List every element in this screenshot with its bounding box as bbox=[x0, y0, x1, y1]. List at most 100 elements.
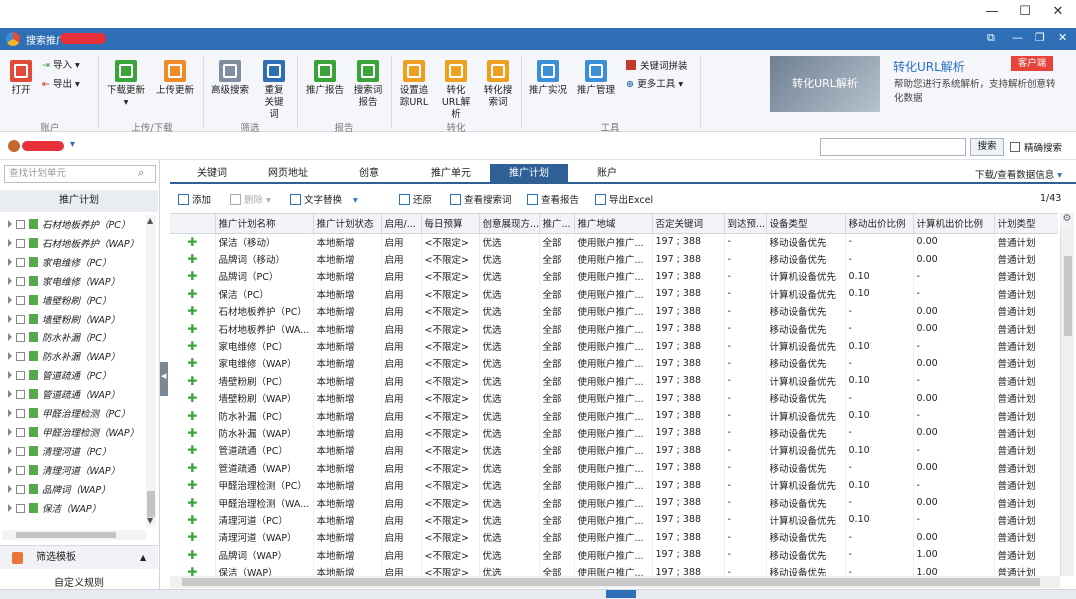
column-settings-icon[interactable]: ⚙ bbox=[1060, 213, 1074, 230]
table-cell[interactable]: 优选 bbox=[479, 459, 540, 477]
expand-plus-icon[interactable]: ✚ bbox=[170, 441, 216, 460]
table-cell[interactable]: 本地新增 bbox=[313, 302, 382, 320]
table-cell[interactable]: - bbox=[913, 476, 995, 494]
table-cell[interactable]: 0.00 bbox=[913, 459, 995, 477]
scrollbar-thumb[interactable] bbox=[147, 491, 155, 517]
table-cell[interactable]: 移动设备优先 bbox=[766, 354, 846, 373]
table-cell[interactable]: 普通计划 bbox=[994, 476, 1058, 494]
promotion-report-button[interactable]: 推广报告 bbox=[304, 60, 346, 97]
table-cell[interactable]: - bbox=[724, 267, 767, 286]
checkbox-icon[interactable] bbox=[16, 484, 25, 494]
table-cell[interactable]: 197 ; 388 bbox=[652, 233, 725, 251]
expand-plus-icon[interactable]: ✚ bbox=[170, 528, 216, 547]
table-cell[interactable]: 品牌词（PC） bbox=[215, 267, 314, 286]
promo-banner[interactable]: 转化URL解析 bbox=[770, 56, 880, 112]
table-cell[interactable]: 全部 bbox=[539, 459, 575, 477]
table-cell[interactable]: 普通计划 bbox=[994, 563, 1058, 576]
text-replace-button[interactable]: 文字替换 ▾ bbox=[290, 192, 358, 206]
table-cell[interactable]: 全部 bbox=[539, 302, 575, 320]
table-cell[interactable]: 普通计划 bbox=[994, 389, 1058, 407]
table-cell[interactable]: 移动设备优先 bbox=[766, 319, 846, 338]
table-cell[interactable]: 移动设备优先 bbox=[766, 546, 846, 564]
table-cell[interactable]: 计算机设备优先 bbox=[766, 511, 846, 529]
table-cell[interactable]: <不限定> bbox=[421, 354, 480, 373]
expand-plus-icon[interactable]: ✚ bbox=[170, 337, 216, 355]
table-cell[interactable]: 优选 bbox=[479, 319, 540, 338]
table-cell[interactable]: <不限定> bbox=[421, 493, 480, 512]
table-cell[interactable]: 使用账户推广... bbox=[574, 267, 653, 286]
expand-arrow-icon[interactable] bbox=[8, 257, 12, 266]
username-redacted[interactable] bbox=[22, 141, 64, 151]
sidebar-tree-item[interactable]: 品牌词（WAP） bbox=[8, 482, 111, 496]
search-term-report-button[interactable]: 搜索词报告 bbox=[350, 60, 386, 109]
checkbox-icon[interactable] bbox=[16, 238, 25, 248]
table-cell[interactable]: 普通计划 bbox=[994, 267, 1058, 286]
checkbox-icon[interactable] bbox=[16, 503, 25, 513]
header-restore-icon[interactable]: ❐ bbox=[1035, 31, 1045, 44]
table-cell[interactable]: 优选 bbox=[479, 389, 540, 407]
table-cell[interactable]: 优选 bbox=[479, 406, 540, 425]
table-cell[interactable]: 全部 bbox=[539, 267, 575, 286]
sidebar-tree-item[interactable]: 保洁（WAP） bbox=[8, 501, 101, 515]
table-cell[interactable]: - bbox=[724, 302, 767, 320]
table-cell[interactable]: 197 ; 388 bbox=[652, 441, 725, 460]
table-cell[interactable]: 本地新增 bbox=[313, 233, 382, 251]
table-cell[interactable]: 本地新增 bbox=[313, 250, 382, 268]
table-cell[interactable]: <不限定> bbox=[421, 511, 480, 529]
table-cell[interactable]: 197 ; 388 bbox=[652, 372, 725, 390]
table-cell[interactable]: 使用账户推广... bbox=[574, 493, 653, 512]
table-cell[interactable]: 全部 bbox=[539, 372, 575, 390]
table-cell[interactable]: 启用 bbox=[381, 389, 422, 407]
table-cell[interactable]: <不限定> bbox=[421, 406, 480, 425]
plan-filter-input[interactable]: 查找计划单元 bbox=[4, 165, 156, 183]
table-cell[interactable]: <不限定> bbox=[421, 546, 480, 564]
table-cell[interactable]: 全部 bbox=[539, 546, 575, 564]
expand-arrow-icon[interactable] bbox=[8, 427, 12, 436]
table-cell[interactable]: 普通计划 bbox=[994, 302, 1058, 320]
table-cell[interactable]: 甲醛治理检测（WA... bbox=[215, 493, 314, 512]
table-cell[interactable]: 使用账户推广... bbox=[574, 250, 653, 268]
table-cell[interactable]: 使用账户推广... bbox=[574, 406, 653, 425]
expand-plus-icon[interactable]: ✚ bbox=[170, 459, 216, 477]
expand-arrow-icon[interactable] bbox=[8, 465, 12, 474]
table-cell[interactable]: 管道疏通（WAP） bbox=[215, 459, 314, 477]
expand-arrow-icon[interactable] bbox=[8, 409, 12, 417]
expand-arrow-icon[interactable] bbox=[8, 503, 12, 512]
duplicate-keyword-button[interactable]: 重复关键词 bbox=[256, 60, 292, 121]
sidebar-tree-item[interactable]: 石材地板养护（PC） bbox=[8, 217, 130, 231]
table-row[interactable]: ✚ 家电维修（WAP） 本地新增 启用 <不限定> 优选 全部 使用账户推广... 197 ; … bbox=[170, 354, 1058, 373]
upload-update-button[interactable]: 上传更新 bbox=[153, 60, 197, 97]
table-cell[interactable]: 0.10 bbox=[845, 285, 914, 303]
table-cell[interactable]: 启用 bbox=[381, 233, 422, 251]
table-cell[interactable]: <不限定> bbox=[421, 372, 480, 390]
more-tools-button[interactable]: ⊕ 更多工具 ▾ bbox=[626, 79, 696, 91]
table-row[interactable]: ✚ 家电维修（PC） 本地新增 启用 <不限定> 优选 全部 使用账户推广... 197 ; 3… bbox=[170, 337, 1058, 355]
table-cell[interactable]: 启用 bbox=[381, 441, 422, 460]
table-cell[interactable]: - bbox=[913, 372, 995, 390]
table-cell[interactable]: 家电维修（PC） bbox=[215, 337, 314, 355]
table-cell[interactable]: 1.00 bbox=[913, 563, 995, 576]
expand-plus-icon[interactable]: ✚ bbox=[170, 476, 216, 494]
table-cell[interactable]: 品牌词（移动） bbox=[215, 250, 314, 268]
table-cell[interactable]: - bbox=[913, 406, 995, 425]
table-cell[interactable]: 197 ; 388 bbox=[652, 389, 725, 407]
table-row[interactable]: ✚ 保洁（移动） 本地新增 启用 <不限定> 优选 全部 使用账户推广... 197 ; 388… bbox=[170, 233, 1058, 251]
table-cell[interactable]: 197 ; 388 bbox=[652, 406, 725, 425]
column-header[interactable]: 设备类型 bbox=[766, 214, 846, 234]
table-cell[interactable]: - bbox=[845, 528, 914, 547]
table-cell[interactable]: 0.00 bbox=[913, 424, 995, 442]
expand-plus-icon[interactable]: ✚ bbox=[170, 302, 216, 320]
table-cell[interactable]: 防水补漏（PC） bbox=[215, 406, 314, 425]
table-cell[interactable]: - bbox=[724, 250, 767, 268]
table-cell[interactable]: - bbox=[724, 319, 767, 338]
table-cell[interactable]: - bbox=[845, 354, 914, 373]
table-cell[interactable]: 计算机设备优先 bbox=[766, 372, 846, 390]
table-hscrollbar[interactable] bbox=[170, 576, 1060, 588]
checkbox-icon[interactable] bbox=[16, 352, 25, 362]
expand-plus-icon[interactable]: ✚ bbox=[170, 493, 216, 512]
table-cell[interactable]: - bbox=[724, 563, 767, 576]
minimize-button[interactable]: — bbox=[982, 4, 1002, 22]
table-row[interactable]: ✚ 清理河道（PC） 本地新增 启用 <不限定> 优选 全部 使用账户推广... 197 ; 3… bbox=[170, 511, 1058, 529]
sidebar-tree-item[interactable]: 清理河道（PC） bbox=[8, 444, 111, 458]
table-cell[interactable]: 启用 bbox=[381, 372, 422, 390]
